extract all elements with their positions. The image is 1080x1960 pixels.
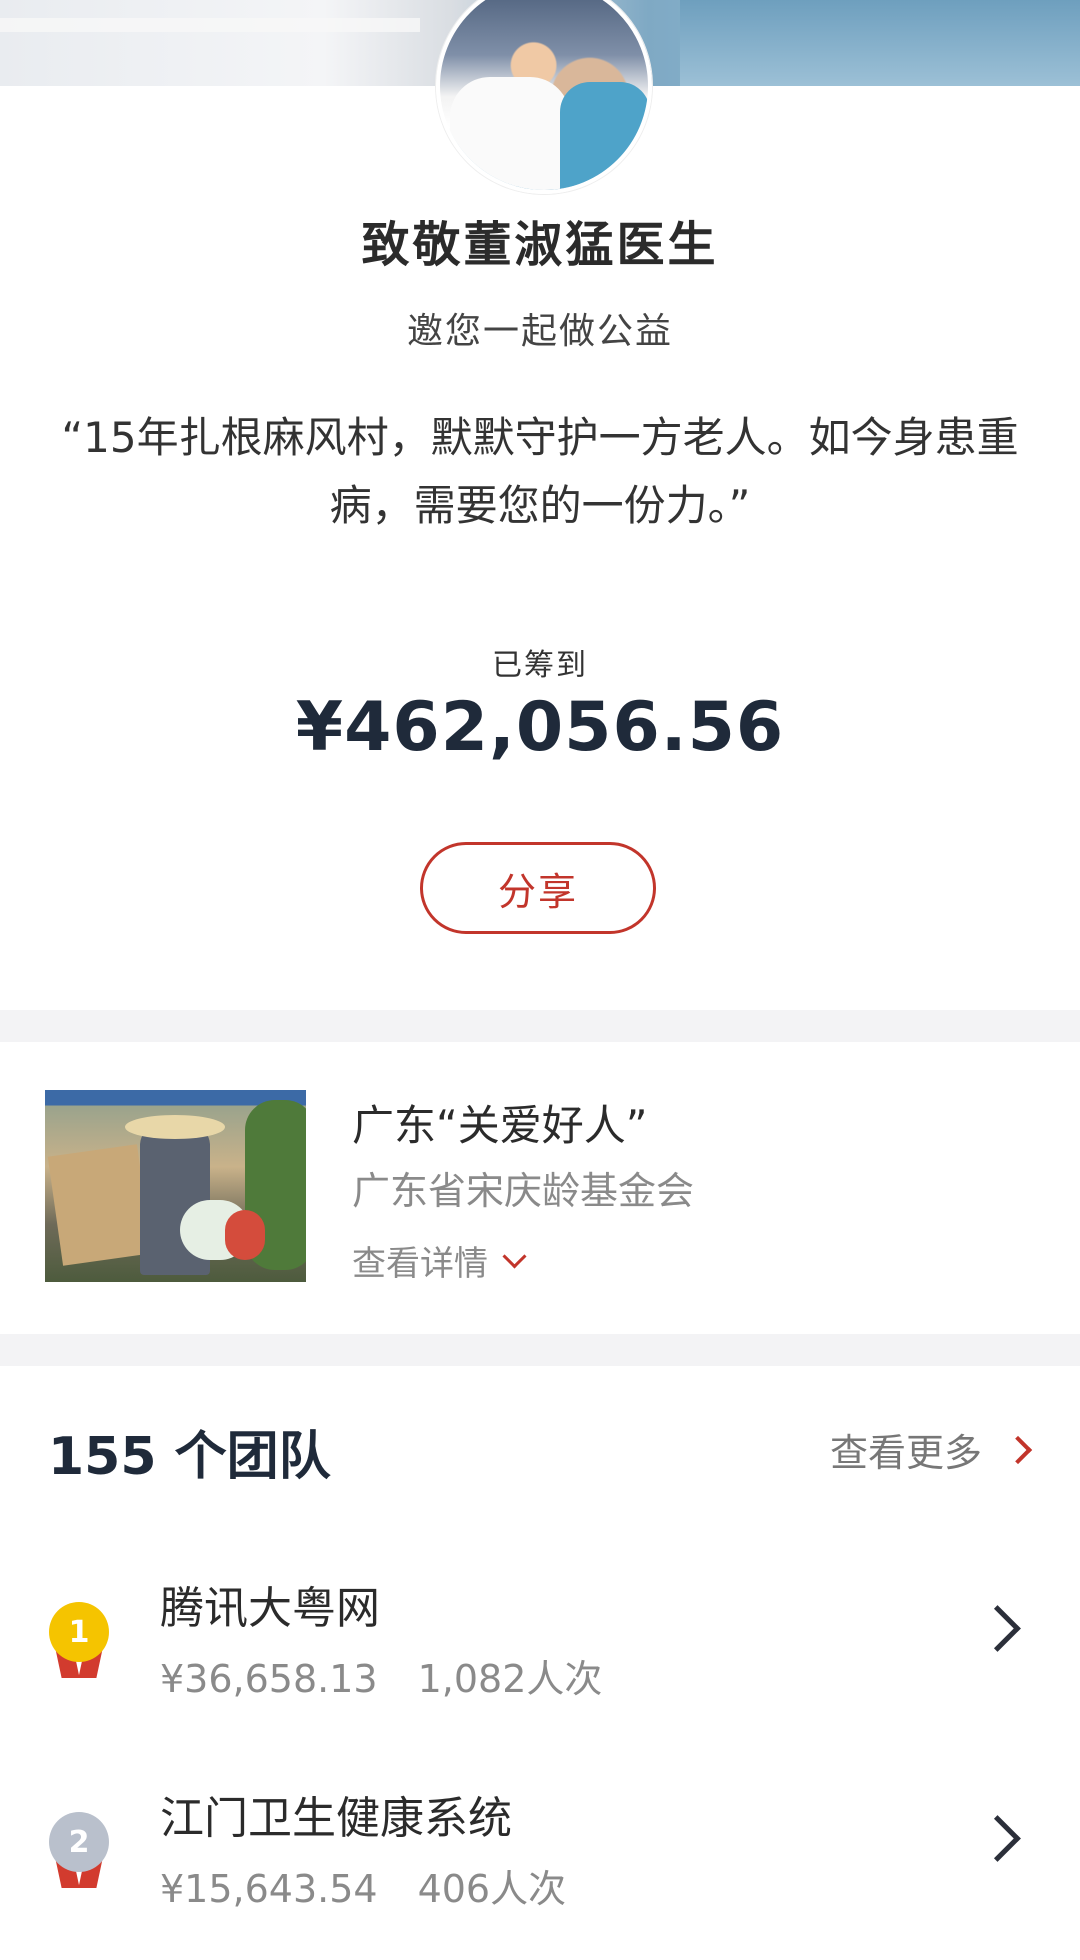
team-amount: ¥36,658.13 bbox=[160, 1657, 378, 1701]
team-participants: 1,082人次 bbox=[417, 1657, 603, 1701]
view-details-link[interactable]: 查看详情 bbox=[352, 1236, 527, 1285]
chevron-right-icon bbox=[1003, 1435, 1033, 1464]
raised-amount: ¥462,056.56 bbox=[295, 688, 785, 767]
team-row[interactable]: 1 腾讯大粤网 ¥36,658.13 1,082人次 bbox=[0, 1560, 1080, 1750]
project-title[interactable]: 广东“关爱好人” bbox=[352, 1092, 648, 1153]
team-name: 腾讯大粤网 bbox=[160, 1583, 380, 1634]
project-organization: 广东省宋庆龄基金会 bbox=[352, 1169, 695, 1213]
team-name: 江门卫生健康系统 bbox=[160, 1793, 512, 1844]
medal-rank: 1 bbox=[49, 1602, 109, 1662]
raised-label: 已筹到 bbox=[492, 648, 588, 683]
team-stats: ¥36,658.13 1,082人次 bbox=[160, 1648, 602, 1703]
team-stats: ¥15,643.54 406人次 bbox=[160, 1858, 566, 1913]
section-divider bbox=[0, 1010, 1080, 1042]
teams-count: 155 个团队 bbox=[48, 1427, 331, 1487]
view-more-label: 查看更多 bbox=[829, 1431, 982, 1475]
campaign-subtitle: 邀您一起做公益 bbox=[406, 311, 673, 352]
medal-rank: 2 bbox=[49, 1812, 109, 1872]
share-button[interactable]: 分享 bbox=[420, 842, 656, 934]
gold-medal-icon: 1 bbox=[48, 1602, 110, 1682]
view-details-label: 查看详情 bbox=[352, 1244, 488, 1284]
team-amount: ¥15,643.54 bbox=[160, 1867, 378, 1911]
team-participants: 406人次 bbox=[417, 1867, 567, 1911]
campaign-quote: “15年扎根麻风村，默默守护一方老人。如今身患重病，需要您的一份力。” bbox=[61, 413, 1019, 530]
silver-medal-icon: 2 bbox=[48, 1812, 110, 1892]
chevron-right-icon bbox=[974, 1815, 1021, 1862]
doctor-avatar bbox=[436, 0, 652, 194]
team-row[interactable]: 2 江门卫生健康系统 ¥15,643.54 406人次 bbox=[0, 1770, 1080, 1960]
section-divider bbox=[0, 1334, 1080, 1366]
chevron-down-icon bbox=[502, 1244, 527, 1269]
chevron-right-icon bbox=[974, 1605, 1021, 1652]
campaign-title: 致敬董淑猛医生 bbox=[361, 217, 719, 273]
view-more-link[interactable]: 查看更多 bbox=[829, 1422, 1033, 1477]
project-thumbnail[interactable] bbox=[45, 1090, 306, 1282]
